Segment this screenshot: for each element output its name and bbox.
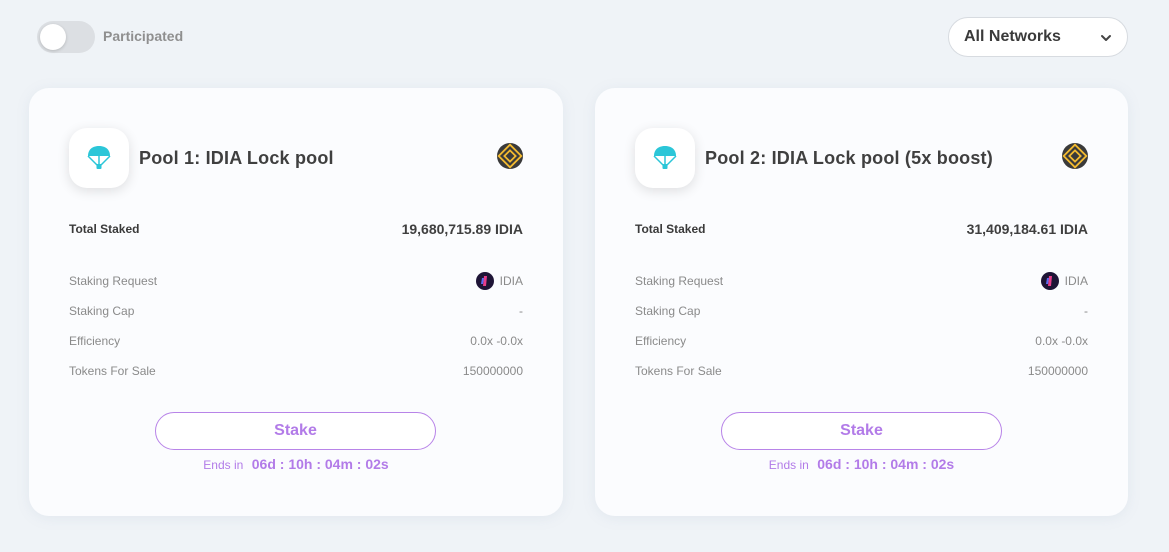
pool-title: Pool 1: IDIA Lock pool (139, 148, 334, 168)
idia-token-icon (475, 272, 494, 290)
tokens-for-sale-label: Tokens For Sale (69, 364, 156, 378)
stake-button[interactable]: Stake (721, 412, 1002, 450)
staking-request-token: IDIA (499, 274, 523, 288)
bnb-chain-icon (497, 143, 523, 169)
efficiency-label: Efficiency (635, 334, 687, 348)
staking-cap-label: Staking Cap (635, 304, 701, 318)
staking-cap-value: - (1084, 304, 1088, 318)
total-staked-label: Total Staked (69, 222, 140, 236)
countdown: Ends in 06d : 10h : 04m : 02s (29, 456, 563, 474)
chevron-down-icon (1101, 35, 1111, 41)
staking-request-value: IDIA (1040, 272, 1088, 290)
toggle-knob (40, 24, 66, 50)
stake-button[interactable]: Stake (155, 412, 436, 450)
participated-toggle[interactable] (37, 21, 95, 53)
idia-token-icon (1040, 272, 1059, 290)
staking-request-token: IDIA (1064, 274, 1088, 288)
network-select-value: All Networks (964, 28, 1061, 45)
countdown: Ends in 06d : 10h : 04m : 02s (595, 456, 1128, 474)
staking-request-label: Staking Request (635, 274, 724, 288)
ends-in-label: Ends in (203, 458, 244, 472)
tokens-for-sale-value: 150000000 (462, 364, 523, 378)
pool-card: Pool 1: IDIA Lock pool Total Staked 19,6… (29, 88, 563, 516)
ends-in-label: Ends in (768, 458, 809, 472)
pool-avatar (635, 128, 695, 188)
staking-request-value: IDIA (475, 272, 523, 290)
pool-title: Pool 2: IDIA Lock pool (5x boost) (705, 148, 993, 168)
efficiency-value: 0.0x -0.0x (1035, 334, 1088, 348)
staking-cap-value: - (519, 304, 523, 318)
parachute-icon (653, 146, 677, 169)
total-staked-label: Total Staked (635, 222, 706, 236)
tokens-for-sale-value: 150000000 (1027, 364, 1088, 378)
pool-avatar (69, 128, 129, 188)
bnb-chain-icon (1062, 143, 1088, 169)
pool-card: Pool 2: IDIA Lock pool (5x boost) Total … (595, 88, 1128, 516)
countdown-time: 06d : 10h : 04m : 02s (817, 456, 955, 472)
efficiency-value: 0.0x -0.0x (470, 334, 523, 348)
parachute-icon (87, 146, 111, 169)
countdown-time: 06d : 10h : 04m : 02s (251, 456, 389, 472)
staking-cap-label: Staking Cap (69, 304, 135, 318)
staking-request-label: Staking Request (69, 274, 158, 288)
network-select[interactable]: All Networks (948, 17, 1128, 57)
total-staked-value: 31,409,184.61 IDIA (966, 221, 1088, 237)
tokens-for-sale-label: Tokens For Sale (635, 364, 722, 378)
total-staked-value: 19,680,715.89 IDIA (401, 221, 523, 237)
participated-label: Participated (103, 28, 184, 44)
efficiency-label: Efficiency (69, 334, 121, 348)
